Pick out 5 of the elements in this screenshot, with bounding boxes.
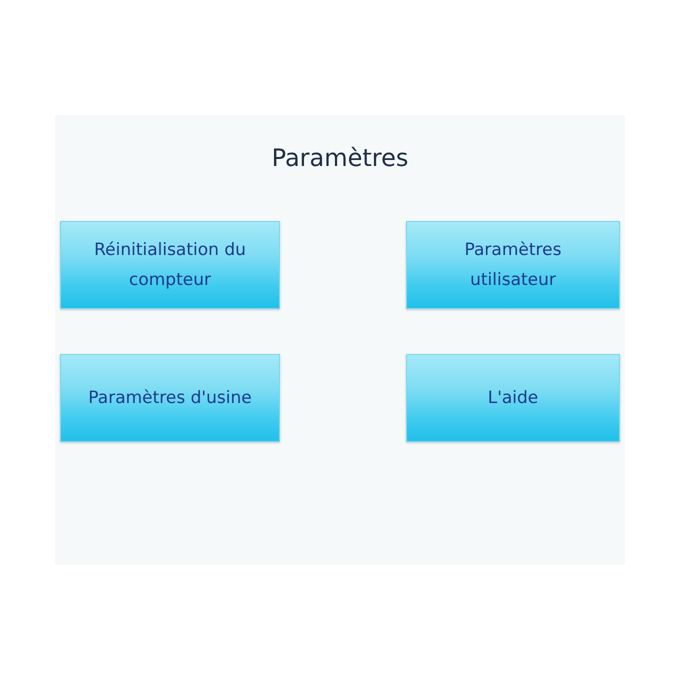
menu-button[interactable]: Réinitialisation du compteur xyxy=(60,221,280,309)
menu-button[interactable]: Paramètres utilisateur xyxy=(406,221,620,309)
menu-button[interactable]: Paramètres d'usine xyxy=(60,354,280,442)
menu-button[interactable]: L'aide xyxy=(406,354,620,442)
screen-title: Paramètres xyxy=(270,143,410,173)
